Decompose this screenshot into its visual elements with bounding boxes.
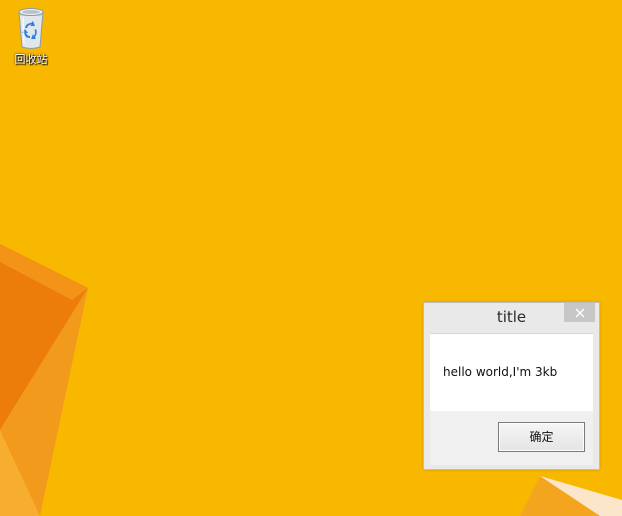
desktop: 回收站 title hello world,I'm 3kb 确定 — [0, 0, 622, 516]
dialog-titlebar[interactable]: title — [424, 303, 599, 333]
dialog-client-area: hello world,I'm 3kb 确定 — [430, 333, 593, 465]
close-icon — [575, 308, 585, 318]
desktop-icon-recycle-bin[interactable]: 回收站 — [6, 2, 56, 66]
close-button[interactable] — [564, 303, 595, 322]
dialog-message: hello world,I'm 3kb — [443, 365, 558, 379]
recycle-bin-icon — [11, 2, 51, 52]
desktop-icon-label: 回收站 — [14, 53, 48, 66]
message-dialog: title hello world,I'm 3kb 确定 — [423, 302, 600, 470]
message-area: hello world,I'm 3kb — [430, 334, 593, 411]
ok-button[interactable]: 确定 — [498, 422, 585, 452]
